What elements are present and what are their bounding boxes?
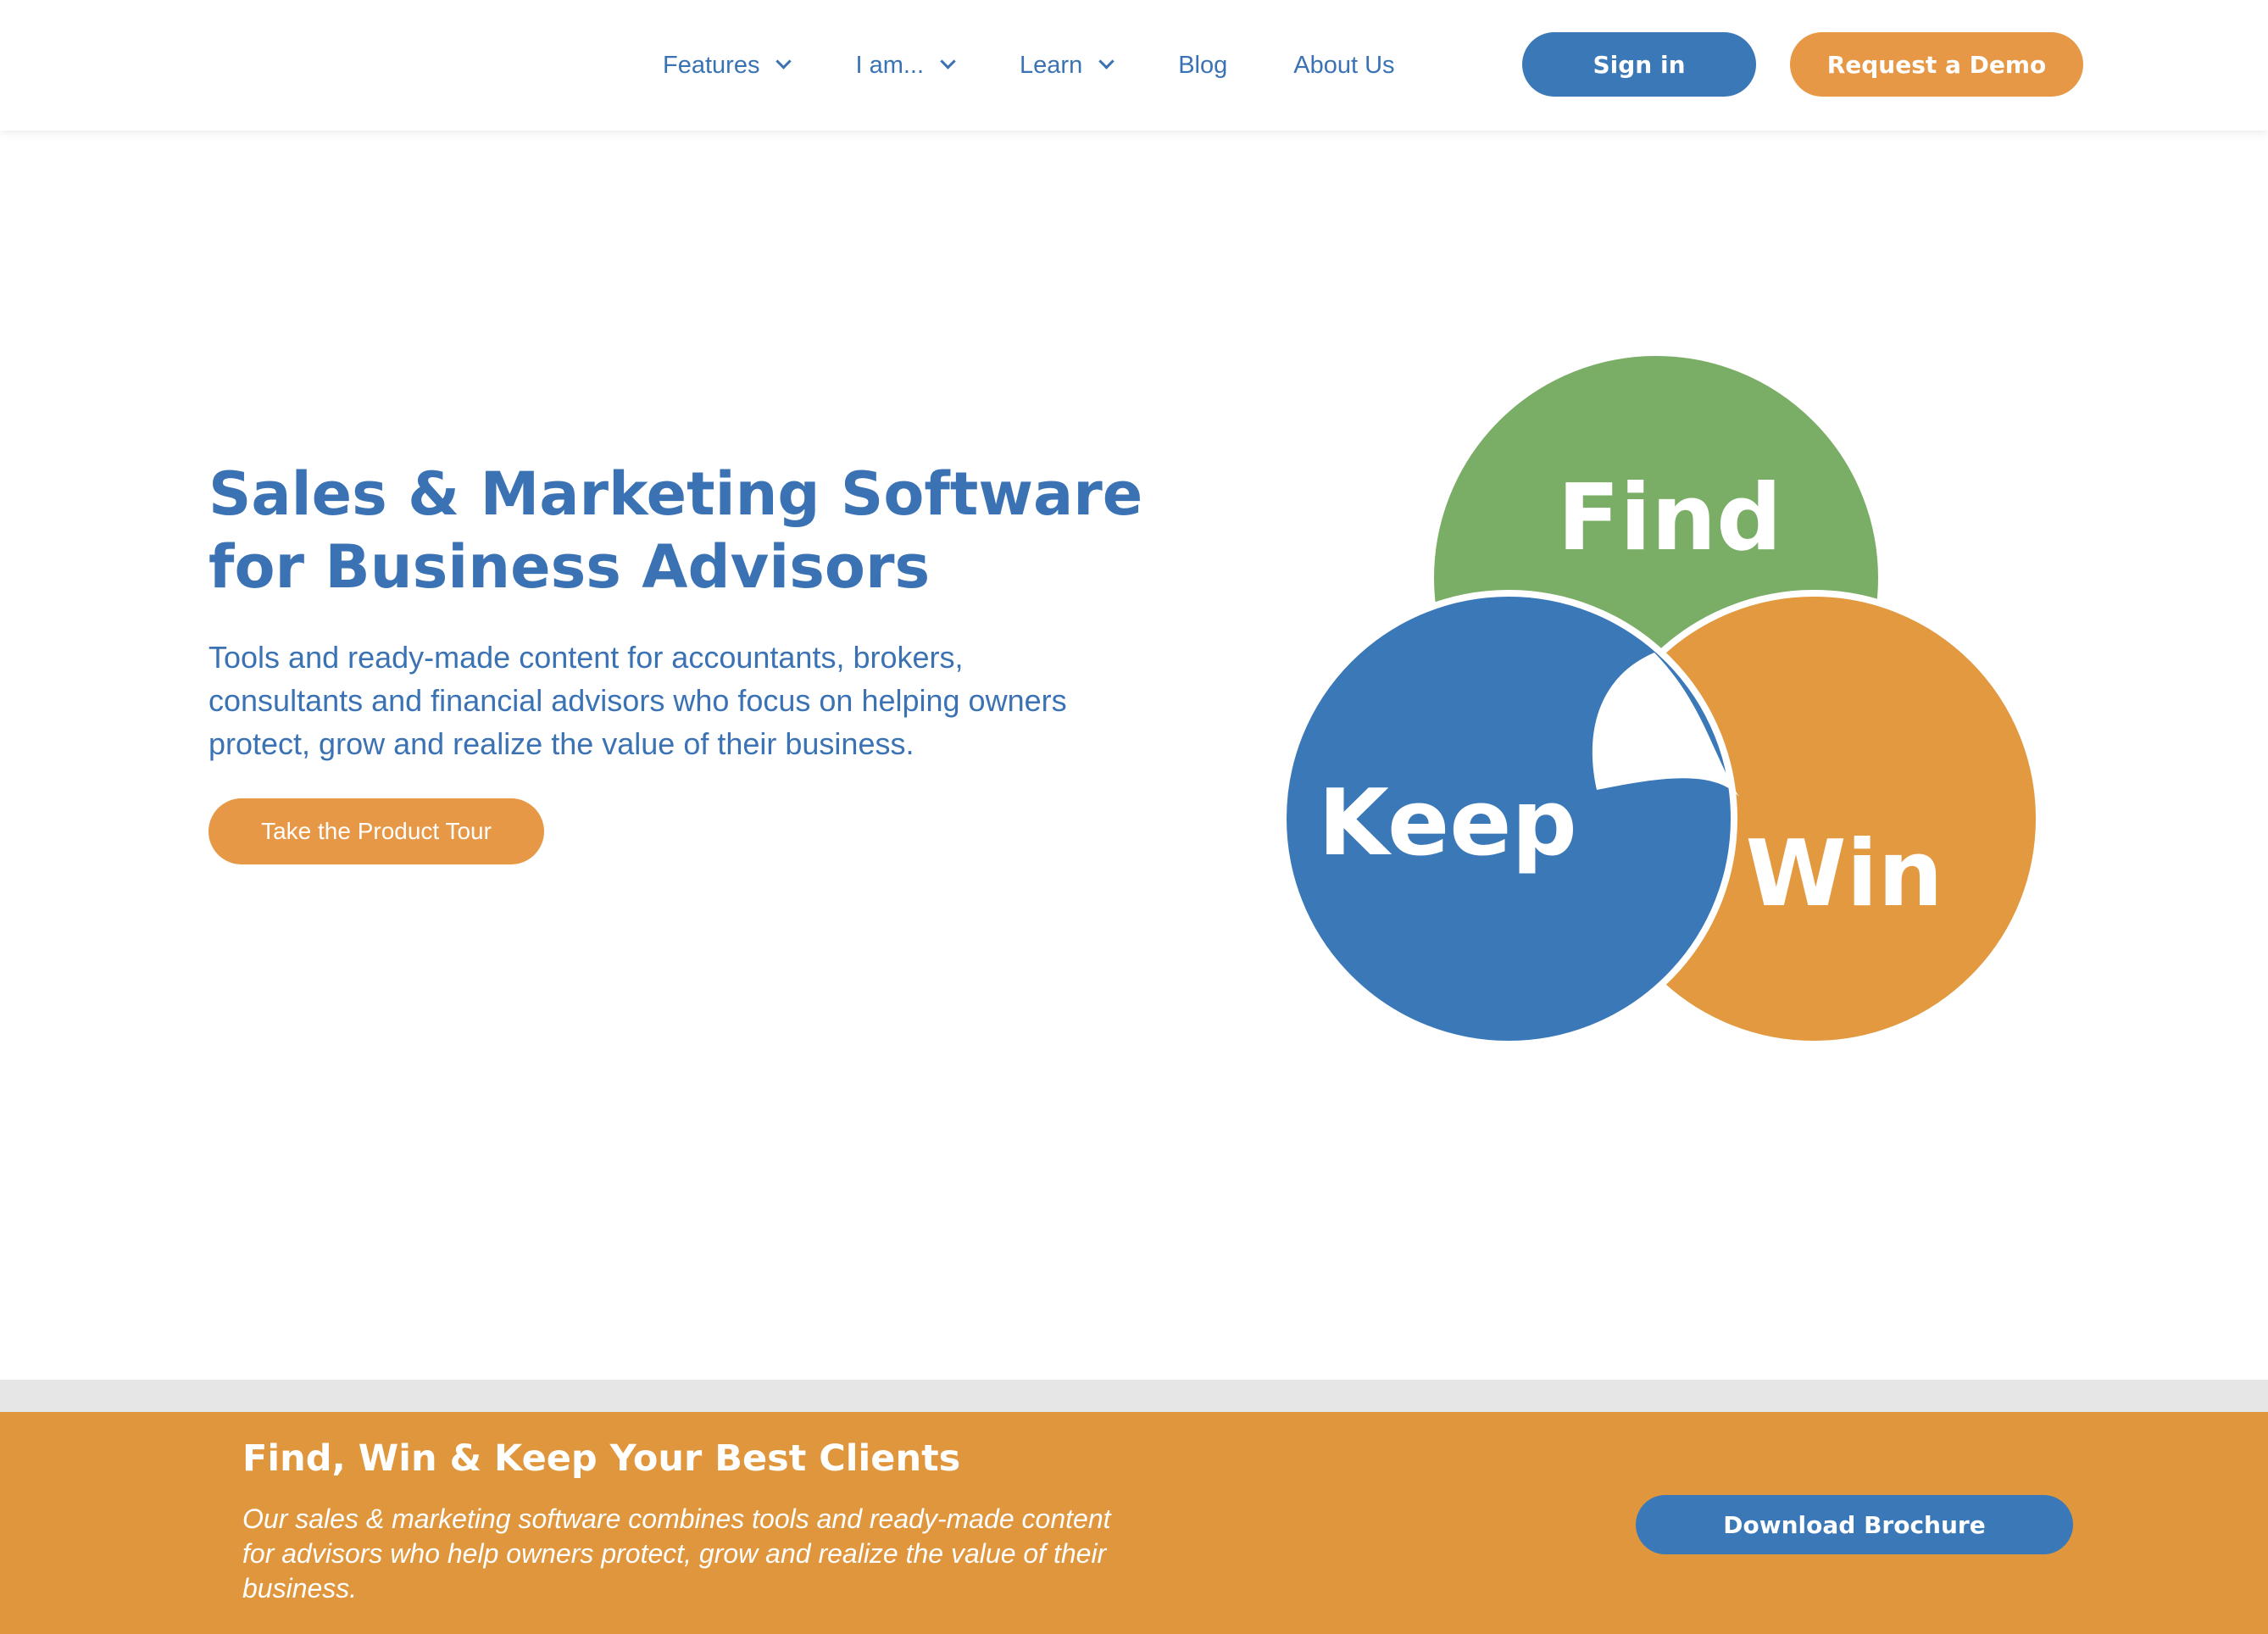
nav-label: Features xyxy=(663,51,760,79)
banner-text-line: business. xyxy=(242,1573,358,1603)
request-demo-button[interactable]: Request a Demo xyxy=(1790,32,2083,97)
hero-title-line: Sales & Marketing Software xyxy=(208,459,1143,529)
banner-text: Our sales & marketing software combines … xyxy=(242,1502,1175,1606)
hero-description-line: consultants and financial advisors who f… xyxy=(208,683,1067,718)
win-label: Win xyxy=(1745,821,1943,927)
sign-in-button[interactable]: Sign in xyxy=(1522,32,1756,97)
banner-title: Find, Win & Keep Your Best Clients xyxy=(242,1437,961,1480)
nav-item-features[interactable]: Features xyxy=(663,51,792,80)
hero-description: Tools and ready-made content for account… xyxy=(208,636,1166,765)
hero-description-line: protect, grow and realize the value of t… xyxy=(208,726,914,761)
find-label: Find xyxy=(1558,465,1782,571)
main-nav: Features I am... Learn Blog About Us xyxy=(663,0,1461,131)
nav-label: Learn xyxy=(1020,51,1083,79)
nav-item-blog[interactable]: Blog xyxy=(1178,52,1227,80)
hero-title: Sales & Marketing Software for Business … xyxy=(208,458,1143,603)
chevron-down-icon xyxy=(940,53,956,69)
nav-item-learn[interactable]: Learn xyxy=(1020,51,1115,80)
nav-label: About Us xyxy=(1293,51,1395,79)
banner-text-line: Our sales & marketing software combines … xyxy=(242,1503,1111,1534)
product-tour-button[interactable]: Take the Product Tour xyxy=(208,798,544,864)
nav-label: Blog xyxy=(1178,51,1228,79)
nav-label: I am... xyxy=(855,51,925,79)
nav-item-about-us[interactable]: About Us xyxy=(1293,52,1394,80)
hero-description-line: Tools and ready-made content for account… xyxy=(208,640,964,675)
download-brochure-button[interactable]: Download Brochure xyxy=(1636,1495,2073,1554)
section-divider xyxy=(0,1380,2268,1412)
keep-label: Keep xyxy=(1318,770,1577,876)
banner-text-line: for advisors who help owners protect, gr… xyxy=(242,1538,1107,1569)
site-header: Features I am... Learn Blog About Us Sig… xyxy=(0,0,2268,131)
find-win-keep-graphic: Find Keep Win xyxy=(1280,356,2043,1048)
chevron-down-icon xyxy=(1098,53,1115,69)
hero-title-line: for Business Advisors xyxy=(208,532,931,602)
chevron-down-icon xyxy=(775,53,792,69)
nav-item-i-am[interactable]: I am... xyxy=(855,51,956,80)
cta-banner: Find, Win & Keep Your Best Clients Our s… xyxy=(0,1412,2268,1634)
